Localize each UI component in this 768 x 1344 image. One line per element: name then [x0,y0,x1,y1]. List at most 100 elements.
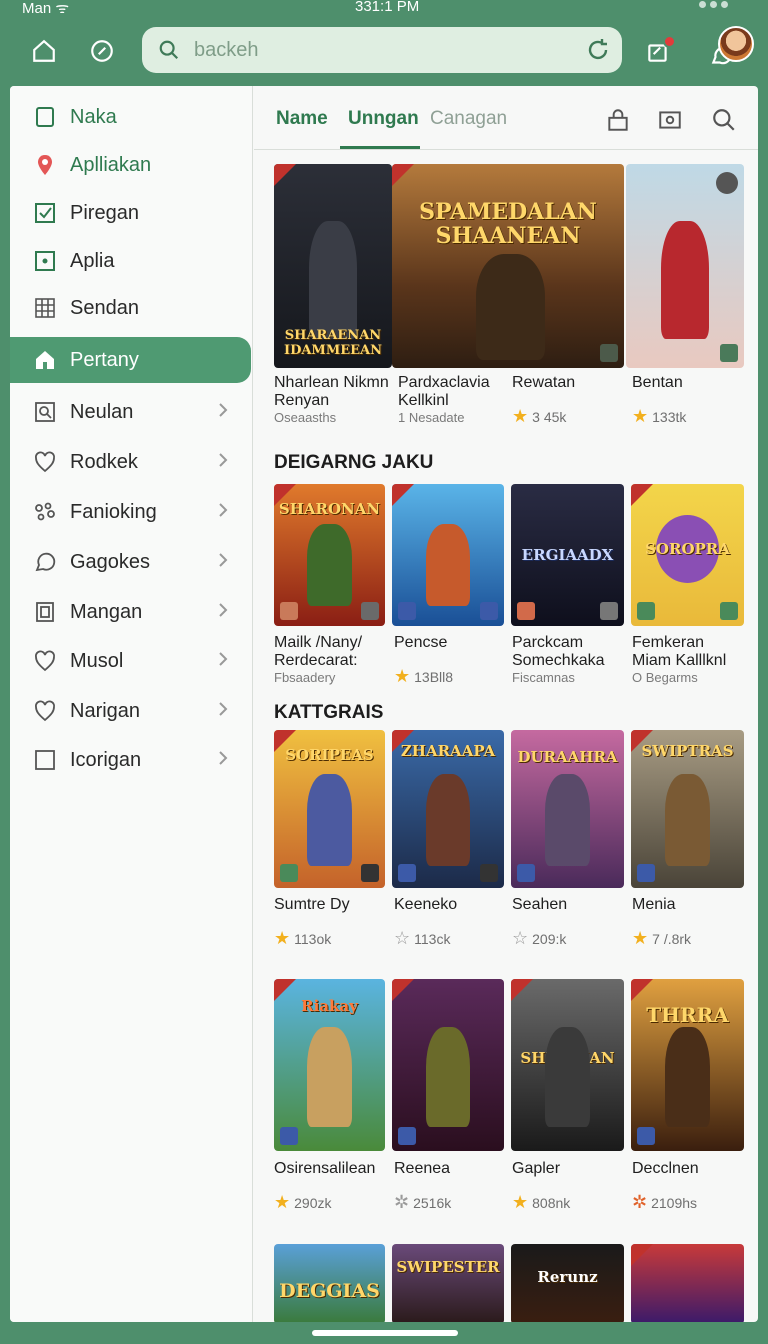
game-title[interactable]: Reenea [394,1160,450,1178]
tab-name[interactable]: Name [276,108,328,130]
game-tile[interactable]: Rerunz [511,1244,624,1322]
game-title[interactable]: Gapler [512,1160,560,1178]
sidebar-item-label: Piregan [70,201,139,224]
compass-icon[interactable] [80,29,124,73]
sidebar-item-label: Gagokes [70,550,151,573]
star-icon: ★ [394,666,411,686]
sidebar-item-neulan[interactable]: Neulan [10,389,253,435]
sidebar-item-rodkek[interactable]: Rodkek [10,439,253,485]
search-icon[interactable] [708,104,740,136]
game-title[interactable]: Sumtre Dy [274,896,350,914]
sidebar-item-label: Aplliakan [70,153,152,176]
chevron-right-icon [219,403,228,417]
game-tile[interactable]: SORIPEAS [274,730,385,888]
search-bar[interactable] [142,27,622,73]
refresh-icon[interactable] [586,38,610,62]
search-input[interactable] [194,38,574,62]
sidebar-item-naka[interactable]: Naka [10,94,253,140]
tab-canagan[interactable]: Canagan [430,108,507,130]
game-title[interactable]: Femkeran Miam Kalllknl [632,634,746,670]
game-title[interactable]: Rewatan [512,374,575,392]
game-banner-featured[interactable]: SPAMEDALAN SHAANEAN [392,164,624,368]
sidebar-item-fanioking[interactable]: Fanioking [10,489,253,535]
search-box-icon [32,399,58,425]
sidebar-item-label: Musol [70,649,124,672]
sidebar-item-aplliakan[interactable]: Aplliakan [10,142,253,188]
sidebar-item-label: Rodkek [70,450,138,473]
game-tile-featured-3[interactable] [626,164,744,368]
rating: ☆ 113ck [394,928,451,948]
home-icon[interactable] [22,29,66,73]
game-tile[interactable]: SHARONAN [274,484,385,626]
sidebar-item-narigan[interactable]: Narigan [10,688,253,734]
game-title[interactable]: Decclnen [632,1160,699,1178]
location-pin-icon [32,152,58,178]
sidebar-item-label: Aplia [70,249,115,272]
clock: 331:1 PM [355,0,420,15]
rating: ★ 7 /.8rk [632,928,692,948]
game-title[interactable]: Keeneko [394,896,457,914]
checkbox-icon [32,200,58,226]
game-controller-icon [32,499,58,525]
chevron-right-icon [219,702,228,716]
photo-icon[interactable] [654,104,686,136]
rating: ✲ 2516k [394,1192,452,1212]
game-tile[interactable]: SWIPESTER [392,1244,504,1322]
sidebar: Naka Aplliakan Piregan Aplia Sendan Pert… [10,86,253,1322]
status-bar: Man ᯤ 331:1 PM [0,0,768,17]
star-icon: ★ [512,406,529,426]
sidebar-item-piregan[interactable]: Piregan [10,190,253,236]
game-tile-featured-1[interactable]: SHARAENAN IDAMMEEAN [274,164,392,368]
tab-unngan[interactable]: Unngan [348,108,419,130]
game-title[interactable]: Mailk /Nany/ Rerdecarat: [274,634,384,670]
rating: ★ 290zk [274,1192,332,1212]
avatar[interactable] [718,26,754,62]
game-tile[interactable]: ZHARAAPA [392,730,504,888]
star-icon: ★ [632,928,649,948]
game-tile[interactable]: DEGGIAS [274,1244,385,1322]
game-title[interactable]: Osirensalilean [274,1160,375,1178]
sidebar-item-gagokes[interactable]: Gagokes [10,539,253,585]
game-tile[interactable]: SOROPRA [631,484,744,626]
game-title[interactable]: Nharlean Nikmn Renyan [274,374,390,410]
notification-badge [663,35,676,48]
rating: ★ 808nk [512,1192,571,1212]
chevron-right-icon [219,503,228,517]
game-tile[interactable]: THRRA [631,979,744,1151]
game-tile[interactable] [392,484,504,626]
sidebar-item-musol[interactable]: Musol [10,638,253,684]
game-tile[interactable] [631,1244,744,1322]
sidebar-item-aplia[interactable]: Aplia [10,238,253,284]
book-icon [32,599,58,625]
heart-icon [32,698,58,724]
sidebar-item-sendan[interactable]: Sendan [10,285,253,331]
lock-icon[interactable] [602,104,634,136]
game-tile[interactable]: DURAAHRA [511,730,624,888]
game-title[interactable]: Seahen [512,896,567,914]
game-tile[interactable] [392,979,504,1151]
game-tile[interactable]: SWIPTRAS [631,730,744,888]
game-subtitle: Oseaasths [274,410,337,425]
main-panel: Naka Aplliakan Piregan Aplia Sendan Pert… [10,86,758,1322]
chevron-right-icon [219,603,228,617]
bookmark-icon [32,104,58,130]
notifications-icon[interactable] [636,30,680,74]
game-title[interactable]: Pardxaclavia Kellkinl [398,374,508,410]
sidebar-item-label: Pertany [70,348,139,371]
game-title[interactable]: Bentan [632,374,683,392]
game-title[interactable]: Menia [632,896,676,914]
square-dot-icon [32,248,58,274]
game-tile[interactable]: ERGIAADX [511,484,624,626]
game-tile[interactable]: Riakay [274,979,385,1151]
game-tile[interactable]: SHRBAIAN [511,979,624,1151]
sidebar-item-mangan[interactable]: Mangan [10,589,253,635]
star-outline-icon: ✲ [394,1192,410,1212]
game-title[interactable]: Pencse [394,634,447,652]
home-indicator[interactable] [312,1330,458,1336]
sidebar-item-label: Fanioking [70,500,157,523]
info-icon[interactable] [716,172,738,194]
chevron-right-icon [219,553,228,567]
sidebar-item-pertany[interactable]: Pertany [10,337,251,383]
sidebar-item-icorigan[interactable]: Icorigan [10,737,253,783]
game-title[interactable]: Parckcam Somechkaka [512,634,626,670]
